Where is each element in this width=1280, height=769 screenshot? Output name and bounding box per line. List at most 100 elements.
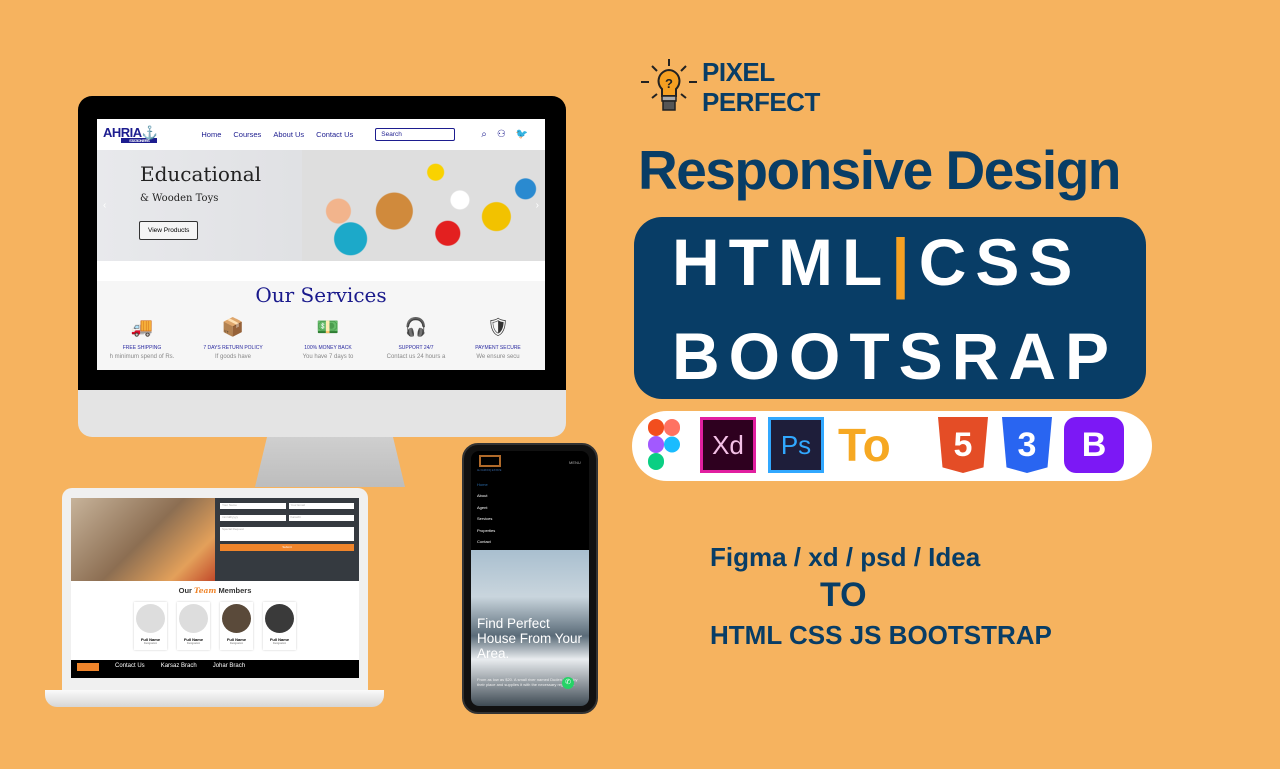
- estate-logo-icon: [479, 455, 501, 467]
- date-field[interactable]: mm/dd/yyyy: [220, 515, 286, 521]
- services-section: Our Services 🚚 FREE SHIPPING h minimum spe…: [97, 281, 545, 370]
- service-desc: If goods have: [214, 354, 252, 360]
- mobile-nav-about[interactable]: About: [477, 493, 487, 498]
- avatar: [265, 604, 294, 633]
- mobile-website-preview: AL FAROOQ ESTATE MENU Home About Agent S…: [471, 451, 589, 706]
- site-navbar: AHRIA⚓ STATIONERS Home Courses About Us C…: [97, 119, 545, 150]
- laptop-website-preview: Your Name Your Email mm/dd/yyyy Karachi Sp…: [71, 498, 359, 678]
- member-role: Designation: [272, 642, 287, 645]
- lightbulb-icon: ?: [641, 59, 697, 111]
- nav-contact[interactable]: Contact Us: [316, 130, 353, 139]
- member-role: Designation: [229, 642, 244, 645]
- mobile-nav-contact[interactable]: Contact: [477, 539, 491, 544]
- city-select[interactable]: Karachi: [288, 515, 354, 521]
- service-desc: We ensure secu: [476, 354, 520, 360]
- request-textarea[interactable]: Special Request: [220, 527, 354, 541]
- brand-line1: PIXEL: [702, 57, 775, 87]
- tagline-line3: HTML CSS JS BOOTSTRAP: [710, 620, 1052, 650]
- hero-carousel: Educational & Wooden Toys View Products …: [97, 150, 545, 261]
- headline: Responsive Design: [638, 139, 1121, 201]
- footer-branch-johar[interactable]: Johar Brach: [213, 663, 245, 675]
- mobile-nav-properties[interactable]: Properties: [477, 528, 495, 533]
- laptop-base: [45, 690, 384, 707]
- user-icon[interactable]: ⚇: [497, 129, 506, 140]
- estate-logo-text: AL FAROOQ ESTATE: [477, 469, 502, 472]
- carousel-next-icon[interactable]: ›: [536, 200, 539, 211]
- menu-button[interactable]: MENU: [569, 460, 581, 465]
- brand-name: PIXEL PERFECT: [702, 57, 820, 117]
- return-box-icon: 📦: [221, 317, 245, 337]
- mobile-nav-home[interactable]: Home: [477, 482, 488, 487]
- avatar: [222, 604, 251, 633]
- service-item: 🛡 PAYMENT SECURE We ensure secu: [453, 317, 543, 360]
- submit-button[interactable]: Submit: [220, 544, 354, 551]
- search-input[interactable]: Search: [375, 128, 456, 141]
- xd-icon: Xd: [700, 417, 756, 473]
- service-desc: You have 7 days to: [302, 354, 354, 360]
- reservation-form: Your Name Your Email mm/dd/yyyy Karachi Sp…: [215, 498, 359, 581]
- css3-icon: 3: [1002, 417, 1052, 473]
- money-back-icon: 💵: [316, 317, 340, 337]
- restaurant-photo: [71, 498, 215, 581]
- team-card: Full Name Designation: [134, 602, 167, 650]
- nav-about[interactable]: About Us: [273, 130, 304, 139]
- house-hero: Find Perfect House From Your Area. From …: [471, 550, 589, 706]
- email-field[interactable]: Your Email: [288, 503, 354, 509]
- whatsapp-icon[interactable]: ✆: [562, 677, 574, 689]
- desktop-website-preview: AHRIA⚓ STATIONERS Home Courses About Us C…: [97, 119, 545, 370]
- figma-icon: [648, 419, 680, 470]
- tech-bootstrap: BOOTSRAP: [672, 319, 1119, 393]
- services-title: Our Services: [255, 283, 387, 307]
- nav-home[interactable]: Home: [201, 130, 221, 139]
- hero-subtitle: & Wooden Toys: [140, 193, 219, 204]
- truck-icon: 🚚: [130, 317, 154, 337]
- nav-courses[interactable]: Courses: [233, 130, 261, 139]
- team-card: Full Name Designation: [220, 602, 253, 650]
- tech-css: CSS: [918, 225, 1082, 299]
- secure-payment-icon: 🛡: [486, 317, 510, 337]
- member-role: Designation: [143, 642, 158, 645]
- service-title: FREE SHIPPING: [122, 345, 162, 351]
- mobile-nav-services[interactable]: Services: [477, 516, 492, 521]
- service-item: 💵 100% MONEY BACK You have 7 days to: [283, 317, 373, 360]
- avatar: [179, 604, 208, 633]
- monitor-chin: [78, 390, 566, 437]
- view-products-button[interactable]: View Products: [139, 221, 199, 240]
- photoshop-icon: Ps: [768, 417, 824, 473]
- headset-icon: 🎧: [404, 317, 428, 337]
- team-card: Full Name Designation: [263, 602, 296, 650]
- monitor-stand: [255, 437, 405, 487]
- tagline-line2: TO: [820, 576, 867, 614]
- site-footer: Contact Us Karsaz Brach Johar Brach: [71, 660, 359, 678]
- hero-title: Educational: [140, 162, 262, 186]
- svg-text:?: ?: [665, 76, 673, 91]
- tools-strip: Xd Ps To 5 3 B: [632, 411, 1152, 481]
- footer-contact[interactable]: Contact Us: [115, 663, 145, 675]
- html5-icon: 5: [938, 417, 988, 473]
- footer-branch-karsaz[interactable]: Karsaz Brach: [161, 663, 197, 675]
- bootstrap-icon: B: [1064, 417, 1124, 473]
- team-card: Full Name Designation: [177, 602, 210, 650]
- site-logo: AHRIA⚓ STATIONERS: [103, 124, 158, 143]
- service-item: 📦 7 DAYS RETURN POLICY If goods have: [188, 317, 278, 360]
- service-title: 7 DAYS RETURN POLICY: [203, 345, 263, 351]
- team-title-a: Our: [178, 586, 192, 595]
- name-field[interactable]: Your Name: [220, 503, 286, 509]
- twitter-icon[interactable]: 🐦: [516, 129, 528, 140]
- to-label: To: [838, 419, 891, 471]
- team-title-b: Team: [194, 586, 217, 595]
- service-title: 100% MONEY BACK: [304, 345, 352, 351]
- team-title-c: Members: [218, 586, 252, 595]
- team-title: Our Team Members: [71, 586, 359, 595]
- tagline-line1: Figma / xd / psd / Idea: [710, 542, 981, 572]
- footer-logo: [77, 663, 99, 671]
- tech-separator: |: [891, 225, 919, 299]
- mobile-hero-title: Find Perfect House From Your Area.: [477, 616, 583, 661]
- tech-html: HTML: [672, 225, 892, 299]
- carousel-prev-icon[interactable]: ‹: [103, 200, 106, 211]
- search-icon[interactable]: ⌕: [481, 129, 487, 140]
- service-item: 🚚 FREE SHIPPING h minimum spend of Rs.: [97, 317, 187, 360]
- avatar: [136, 604, 165, 633]
- service-title: SUPPORT 24/7: [398, 345, 434, 351]
- mobile-nav-agent[interactable]: Agent: [477, 505, 487, 510]
